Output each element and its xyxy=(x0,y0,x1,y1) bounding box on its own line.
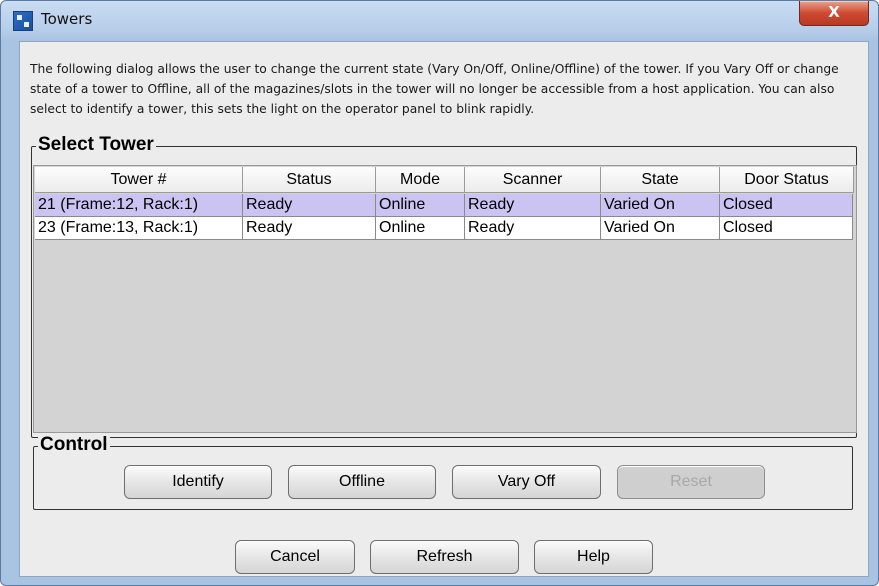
refresh-button[interactable]: Refresh xyxy=(370,540,519,574)
cell-scanner: Ready xyxy=(465,194,601,217)
cell-status: Ready xyxy=(243,217,376,240)
cell-door-status: Closed xyxy=(720,194,853,217)
table-row[interactable]: 21 (Frame:12, Rack:1) Ready Online Ready… xyxy=(35,194,853,217)
cell-state: Varied On xyxy=(601,194,720,217)
description-text: The following dialog allows the user to … xyxy=(30,62,839,116)
table-row[interactable]: 23 (Frame:13, Rack:1) Ready Online Ready… xyxy=(35,217,853,240)
cell-state: Varied On xyxy=(601,217,720,240)
cell-mode: Online xyxy=(376,217,465,240)
cell-scanner: Ready xyxy=(465,217,601,240)
col-header-door-status[interactable]: Door Status xyxy=(720,167,854,193)
dialog-body: The following dialog allows the user to … xyxy=(19,41,869,577)
reset-button: Reset xyxy=(617,465,765,499)
control-legend: Control xyxy=(38,434,110,456)
title-bar[interactable]: Towers X xyxy=(1,1,878,41)
towers-dialog: Towers X The following dialog allows the… xyxy=(0,0,879,586)
cell-tower: 21 (Frame:12, Rack:1) xyxy=(35,194,243,217)
cancel-button[interactable]: Cancel xyxy=(235,540,355,574)
window-title: Towers xyxy=(41,10,93,28)
col-header-scanner[interactable]: Scanner xyxy=(465,167,601,193)
select-tower-legend: Select Tower xyxy=(36,134,156,156)
cell-door-status: Closed xyxy=(720,217,853,240)
vary-off-button[interactable]: Vary Off xyxy=(452,465,601,499)
cell-tower: 23 (Frame:13, Rack:1) xyxy=(35,217,243,240)
col-header-tower[interactable]: Tower # xyxy=(35,167,243,193)
identify-button[interactable]: Identify xyxy=(124,465,272,499)
col-header-state[interactable]: State xyxy=(601,167,720,193)
cell-mode: Online xyxy=(376,194,465,217)
tower-table[interactable]: Tower # Status Mode Scanner State Door S… xyxy=(33,165,857,433)
app-icon xyxy=(13,11,33,31)
help-button[interactable]: Help xyxy=(534,540,653,574)
close-button[interactable]: X xyxy=(799,1,869,26)
col-header-status[interactable]: Status xyxy=(243,167,376,193)
col-header-mode[interactable]: Mode xyxy=(376,167,465,193)
offline-button[interactable]: Offline xyxy=(288,465,436,499)
cell-status: Ready xyxy=(243,194,376,217)
